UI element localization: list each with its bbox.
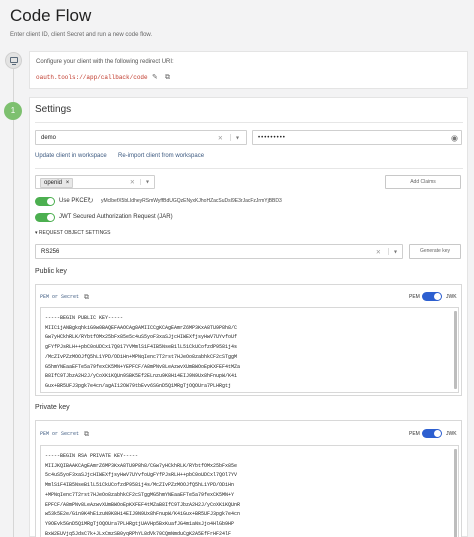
caret-down-icon: ▾ — [35, 230, 38, 236]
public-key-format-toggle[interactable] — [422, 292, 442, 301]
client-id-value: demo — [41, 134, 57, 141]
key-line: MmlS1F4IB5NseB1lL51CkUCofzdP9581j4s/McZI… — [45, 482, 235, 489]
scrollbar[interactable] — [454, 311, 457, 389]
scope-chip: openid × — [40, 178, 74, 188]
redirect-uri-label: Configure your client with the following… — [36, 59, 174, 65]
reimport-client-link[interactable]: Re-import client from workspace — [118, 153, 204, 159]
page-title: Code Flow — [10, 6, 92, 25]
private-key-format-label: PEM or Secret — [40, 431, 80, 437]
public-key-textarea[interactable]: -----BEGIN PUBLIC KEY----- MIIC1jANBgkqhk… — [40, 307, 459, 393]
key-line: +MPNqIenc7T2rst7HJeOo8zabhkCF2cSTggMG5hm… — [45, 491, 235, 498]
redirect-uri-card: Configure your client with the following… — [29, 51, 468, 89]
key-line: 5c4uS5yoF3xaSJjcHIWEXfjsyHwV7UYvfoUgFYfP… — [45, 472, 238, 479]
scopes-select[interactable]: openid × × ▾ — [35, 175, 155, 189]
chevron-down-icon[interactable]: ▾ — [236, 134, 239, 141]
key-line: Gux+BR5UFJ3pgk7e4cn/agAI12OW79tbEvv6SGnD… — [45, 382, 232, 389]
copy-icon[interactable]: ⧉ — [84, 431, 91, 438]
pkce-verifier-value: yMclbefX5bLIdheyRSmWyffBdUGQzENyxKJhoHZa… — [101, 198, 282, 204]
clear-icon[interactable]: × — [218, 133, 223, 142]
settings-divider — [35, 122, 463, 123]
jar-toggle[interactable] — [35, 213, 55, 222]
refresh-icon[interactable]: ↻ — [87, 196, 94, 205]
generate-key-button[interactable]: Generate key — [409, 244, 461, 259]
key-line: -----BEGIN PUBLIC KEY----- — [45, 315, 124, 321]
clear-icon[interactable]: × — [130, 178, 135, 187]
key-line: -----BEGIN RSA PRIVATE KEY----- — [45, 453, 139, 459]
key-line: w53k5E2e/G1n9K4hE1zuN9K8Hi4EIJ9N9Ux8hFnu… — [45, 511, 241, 518]
client-secret-field[interactable]: ••••••••• ◉ — [252, 130, 462, 145]
copy-icon[interactable]: ⧉ — [165, 74, 172, 81]
eye-icon[interactable]: ◉ — [451, 133, 458, 142]
settings-title: Settings — [35, 104, 72, 115]
private-key-text: -----BEGIN RSA PRIVATE KEY----- MIIJKQIBA… — [45, 452, 450, 537]
public-pem-label: PEM — [409, 294, 420, 300]
request-object-toggle[interactable]: ▾ REQUEST OBJECT SETTINGS — [35, 230, 110, 236]
key-line: MIIJKQIBAAKCAgEAmrZ6MP3KxA8TU9P8h8/CGw7y… — [45, 462, 238, 469]
monitor-icon — [10, 57, 18, 65]
remove-scope-icon[interactable]: × — [66, 180, 70, 186]
private-jwk-label: JWK — [446, 431, 457, 437]
key-line: /McZIvPZzMOOJfQ5hL1YPD/ODiHn+MPNqIenc7T2… — [45, 353, 238, 360]
private-key-textarea[interactable]: -----BEGIN RSA PRIVATE KEY----- MIIJKQIBA… — [40, 445, 459, 537]
public-jwk-label: JWK — [446, 294, 457, 300]
settings-step-marker: 1 — [4, 102, 22, 120]
chevron-down-icon[interactable]: ▾ — [146, 179, 149, 186]
key-line: BxW2EUVjq5JdsC7k+JLxCmzSB0yqRPhYL8dVk70C… — [45, 530, 232, 537]
use-pkce-toggle[interactable] — [35, 197, 55, 206]
client-id-select[interactable]: demo × ▾ — [35, 130, 247, 145]
jar-label: JWT Secured Authorization Request (JAR) — [59, 214, 173, 220]
timeline-rail — [13, 66, 14, 537]
key-line: MIIC1jANBgkqhkiG9w0BAQEFAAOCAg8AMIICCgKC… — [45, 324, 238, 331]
redirect-uri-value[interactable]: oauth.tools://app/callback/code — [36, 74, 148, 81]
private-key-label: Private key — [35, 404, 70, 411]
public-key-format-label: PEM or Secret — [40, 294, 80, 300]
public-key-box: PEM or Secret ⧉ PEM JWK -----BEGIN PUBLI… — [35, 284, 462, 396]
scrollbar[interactable] — [454, 449, 457, 537]
use-pkce-label: Use PKCE — [59, 198, 88, 204]
key-line: Gw7yHCkhRLK/RYbtfOMx25bFx85e5c4uS5yoF3xa… — [45, 334, 238, 341]
key-line: B8IfC9TJbzA2H2J/yCoXK1KQUn9SBK5Ef2ELnzu9… — [45, 373, 238, 380]
copy-icon[interactable]: ⧉ — [84, 294, 91, 301]
clear-icon[interactable]: × — [376, 247, 381, 256]
chevron-down-icon[interactable]: ▾ — [394, 248, 397, 255]
key-line: EPFCF/A8mPNv8LeAzwvXUmBWOoEpKXFEF4tMZaB8… — [45, 501, 241, 508]
update-client-link[interactable]: Update client in workspace — [35, 153, 107, 159]
key-line: gFYfPJsRLH++pbC0oUDCx17Q017YVMmlS1F4IB5N… — [45, 344, 238, 351]
private-key-box: PEM or Secret ⧉ PEM JWK -----BEGIN RSA P… — [35, 420, 462, 537]
key-line: Y9OEvk5GnD5Q1MRgTjOQOUra7PLHRgtjUAVHp5Bx… — [45, 520, 235, 527]
public-key-label: Public key — [35, 268, 67, 275]
page-subtitle: Enter client ID, client Secret and run a… — [10, 32, 153, 38]
client-secret-value: ••••••••• — [258, 134, 286, 141]
private-key-format-toggle[interactable] — [422, 429, 442, 438]
algorithm-value: RS256 — [41, 248, 60, 255]
algorithm-select[interactable]: RS256 × ▾ — [35, 244, 403, 259]
redirect-step-marker — [5, 52, 22, 69]
add-claims-button[interactable]: Add Claims — [385, 175, 461, 189]
private-pem-label: PEM — [409, 431, 420, 437]
key-line: G5hmYNEaaEFTe5a79fexCK5MN+YEPFCF/A8mPNv8… — [45, 363, 241, 370]
public-key-text: -----BEGIN PUBLIC KEY----- MIIC1jANBgkqhk… — [45, 314, 450, 390]
edit-icon[interactable]: ✎ — [152, 74, 159, 81]
